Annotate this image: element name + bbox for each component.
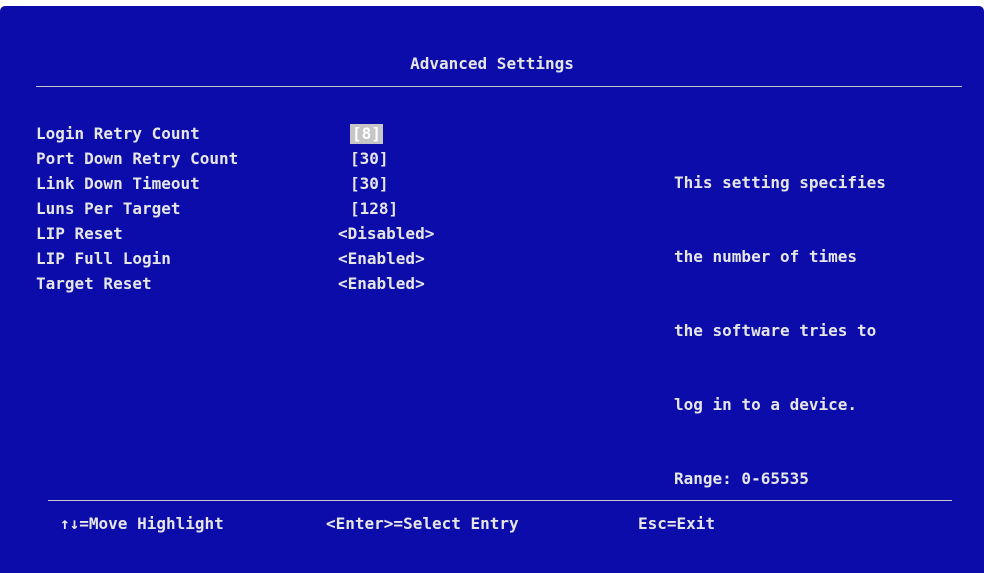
help-text-line: the number of times [674,247,858,266]
setting-option-selector[interactable]: <Enabled> [338,247,425,271]
setting-row-lip-full-login[interactable]: LIP Full Login <Enabled> [36,247,636,271]
setting-value-field[interactable]: [8] [350,124,383,144]
setting-label: Target Reset [36,274,152,293]
setting-row-login-retry-count[interactable]: Login Retry Count [8] [36,122,636,146]
help-panel: This setting specifies the number of tim… [674,122,886,540]
footer-exit-hint: Esc=Exit [638,514,716,533]
footer-divider [48,500,952,501]
footer-select-hint: <Enter>=Select Entry [326,514,519,533]
setting-label: Login Retry Count [36,124,200,143]
bios-screen: Advanced Settings Login Retry Count [8] … [0,6,984,573]
setting-value-field[interactable]: [128] [350,197,398,221]
setting-row-target-reset[interactable]: Target Reset <Enabled> [36,272,636,296]
setting-label: LIP Full Login [36,249,171,268]
setting-row-port-down-retry-count[interactable]: Port Down Retry Count [30] [36,147,636,171]
page-title: Advanced Settings [410,54,574,73]
setting-label: Luns Per Target [36,199,181,218]
setting-value-field[interactable]: [30] [350,172,389,196]
setting-label: LIP Reset [36,224,123,243]
setting-row-link-down-timeout[interactable]: Link Down Timeout [30] [36,172,636,196]
help-text-line: log in to a device. [674,395,858,414]
footer-move-hint: ↑↓=Move Highlight [60,514,224,533]
help-text-line: This setting specifies [674,173,886,192]
setting-value-field[interactable]: [30] [350,147,389,171]
setting-option-selector[interactable]: <Enabled> [338,272,425,296]
setting-label: Port Down Retry Count [36,149,239,168]
setting-label: Link Down Timeout [36,174,200,193]
setting-row-lip-reset[interactable]: LIP Reset <Disabled> [36,222,636,246]
title-divider [36,86,962,87]
setting-option-selector[interactable]: <Disabled> [338,222,434,246]
help-text-line: Range: 0-65535 [674,469,809,488]
setting-row-luns-per-target[interactable]: Luns Per Target [128] [36,197,636,221]
help-text-line: the software tries to [674,321,877,340]
